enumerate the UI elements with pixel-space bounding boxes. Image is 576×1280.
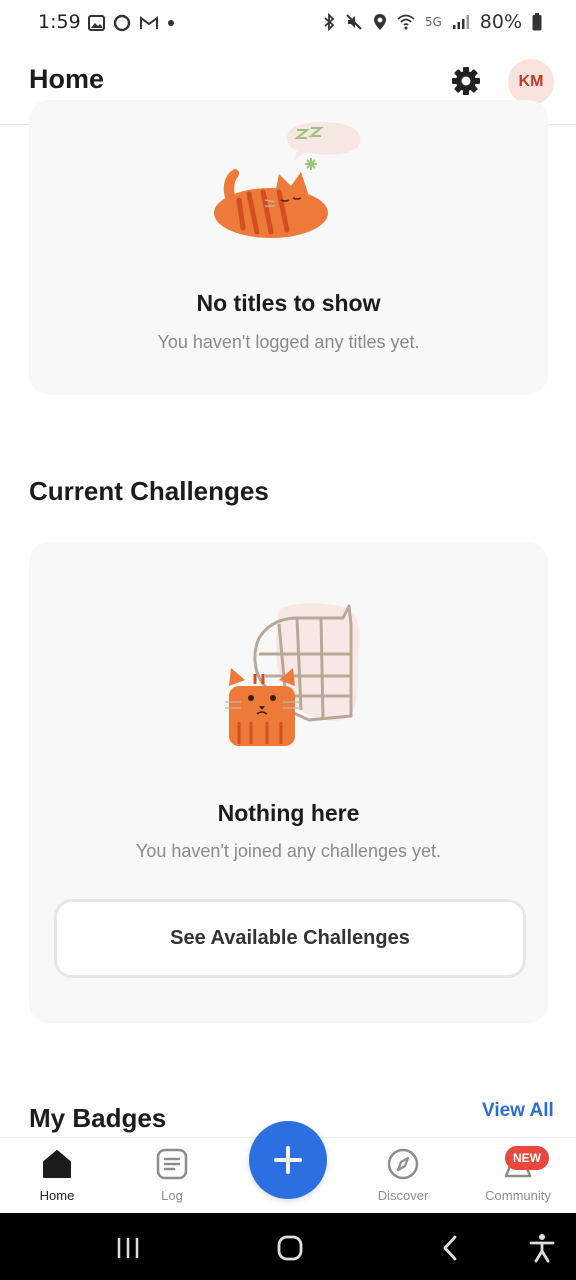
challenges-empty-subtitle: You haven't joined any challenges yet.: [136, 841, 441, 861]
compass-icon: [387, 1148, 419, 1180]
page-title: Home: [29, 64, 105, 94]
log-icon: [156, 1148, 188, 1180]
nav-item-home[interactable]: Home: [2, 1138, 112, 1214]
location-icon: [373, 14, 386, 30]
battery-percent: 80%: [479, 11, 522, 33]
nav-item-discover[interactable]: Discover: [348, 1138, 458, 1214]
titles-empty-title: No titles to show: [196, 290, 381, 316]
view-all-badges-link[interactable]: View All: [482, 1100, 554, 1122]
signal-icon: [452, 15, 469, 29]
dot-icon: [168, 20, 174, 26]
recent-apps-icon[interactable]: [116, 1237, 140, 1259]
cat-with-net-illustration: [225, 603, 360, 746]
titles-empty-card: No titles to show You haven't logged any…: [29, 100, 548, 395]
mute-icon: [346, 14, 362, 30]
accessibility-icon[interactable]: [529, 1233, 555, 1263]
gmail-icon: [140, 16, 158, 29]
nav-item-log[interactable]: Log: [117, 1138, 227, 1214]
settings-button[interactable]: [449, 64, 483, 98]
threads-icon: [113, 14, 131, 32]
challenges-empty-card: Nothing here You haven't joined any chal…: [29, 542, 548, 1023]
titles-empty-subtitle: You haven't logged any titles yet.: [157, 332, 420, 352]
nav-label-community: Community: [485, 1188, 551, 1203]
status-bar: 1:59 5G 80%: [0, 0, 576, 48]
home-icon: [43, 1150, 71, 1178]
nav-label-home: Home: [39, 1188, 75, 1203]
status-time: 1:59: [38, 11, 81, 33]
avatar[interactable]: KM: [508, 59, 554, 105]
home-button-icon[interactable]: [277, 1235, 303, 1261]
battery-icon: [532, 13, 542, 31]
challenges-empty-title: Nothing here: [217, 800, 360, 826]
back-icon[interactable]: [441, 1235, 459, 1261]
system-nav-bar: [0, 1213, 576, 1280]
plus-icon: [274, 1146, 302, 1174]
add-fab-button[interactable]: [249, 1121, 327, 1199]
challenges-section-title: Current Challenges: [29, 476, 269, 506]
notification-icons: [88, 14, 175, 32]
system-status-icons: 5G 80%: [323, 11, 542, 33]
network-type: 5G: [424, 15, 442, 29]
gear-icon: [452, 67, 480, 95]
wifi-icon: [397, 14, 415, 30]
see-available-challenges-button[interactable]: See Available Challenges: [54, 899, 526, 978]
nav-label-log: Log: [161, 1188, 183, 1203]
badges-section-title: My Badges: [29, 1103, 167, 1133]
nav-label-discover: Discover: [377, 1188, 429, 1203]
gallery-icon: [88, 15, 105, 31]
sleeping-cat-illustration: [214, 122, 361, 238]
bluetooth-icon: [324, 13, 335, 31]
new-badge: NEW: [505, 1146, 549, 1170]
